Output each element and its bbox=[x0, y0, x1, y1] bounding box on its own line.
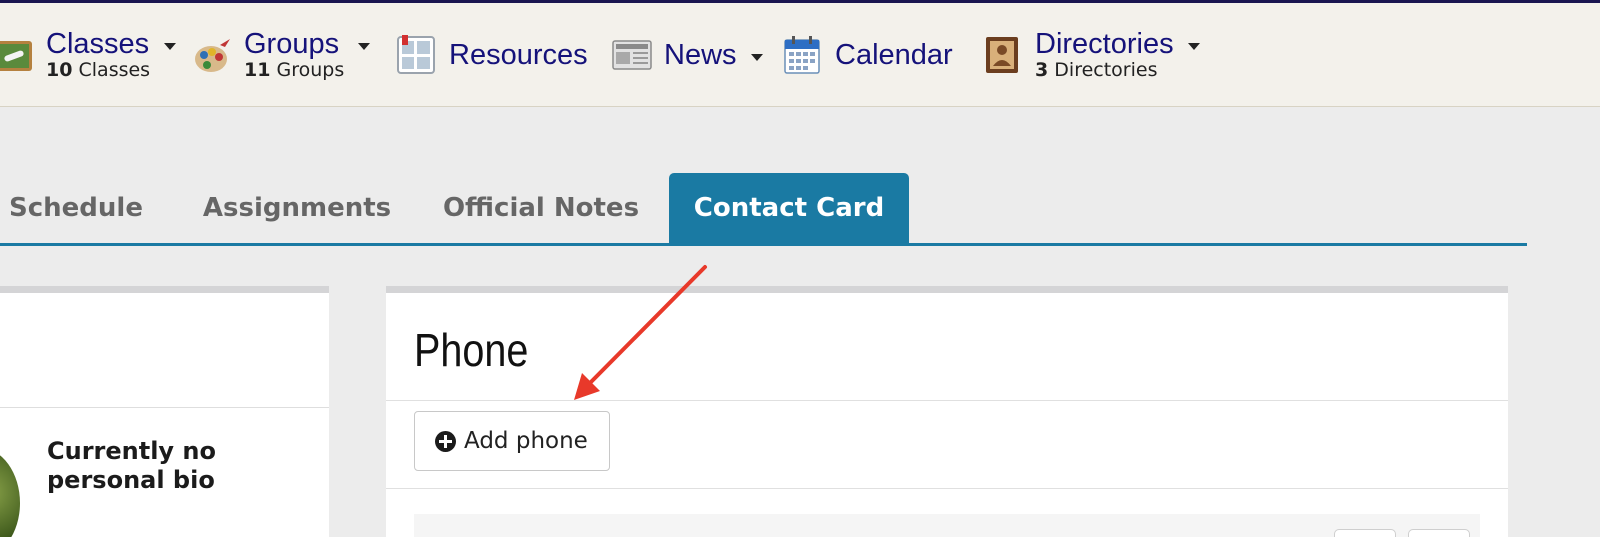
personal-bio: Currently no personal bio bbox=[47, 437, 217, 494]
phone-panel: Phone Add phone bbox=[386, 286, 1508, 537]
chevron-down-icon[interactable] bbox=[1187, 42, 1200, 50]
nav-calendar[interactable]: Calendar bbox=[783, 3, 953, 107]
add-phone-button[interactable]: Add phone bbox=[414, 411, 610, 471]
edit-button[interactable] bbox=[1334, 529, 1396, 537]
nav-calendar-title: Calendar bbox=[835, 39, 953, 71]
delete-button[interactable] bbox=[1408, 529, 1470, 537]
nav-classes-count: 10 bbox=[46, 59, 73, 81]
address-book-icon bbox=[983, 35, 1023, 75]
nav-directories-unit: Directories bbox=[1054, 59, 1158, 81]
nav-directories[interactable]: Directories 3 Directories bbox=[983, 3, 1200, 107]
tab-schedule[interactable]: Schedule bbox=[0, 173, 156, 243]
chevron-down-icon[interactable] bbox=[750, 53, 763, 61]
profile-summary-panel: Currently no personal bio bbox=[0, 286, 329, 537]
newspaper-icon bbox=[612, 35, 652, 75]
tab-contact-card[interactable]: Contact Card bbox=[669, 173, 909, 243]
nav-groups-count-line: 11 Groups bbox=[244, 59, 344, 81]
chalkboard-icon bbox=[0, 35, 34, 75]
nav-news-title: News bbox=[664, 39, 737, 71]
profile-tabs: Schedule Assignments Official Notes Cont… bbox=[0, 173, 1527, 246]
nav-classes[interactable]: Classes 10 Classes bbox=[0, 3, 177, 107]
resources-icon bbox=[397, 35, 437, 75]
nav-groups[interactable]: Groups 11 Groups bbox=[192, 3, 371, 107]
phone-entry-row bbox=[414, 514, 1480, 537]
nav-directories-title: Directories bbox=[1035, 28, 1174, 60]
nav-resources[interactable]: Resources bbox=[397, 3, 588, 107]
nav-groups-title: Groups bbox=[244, 28, 340, 60]
chevron-down-icon[interactable] bbox=[358, 42, 371, 50]
add-phone-label: Add phone bbox=[464, 428, 588, 454]
chevron-down-icon[interactable] bbox=[164, 42, 177, 50]
top-navigation: Classes 10 Classes Groups 11 Groups Reso… bbox=[0, 3, 1600, 107]
divider bbox=[0, 407, 329, 408]
tab-official-notes[interactable]: Official Notes bbox=[438, 173, 644, 243]
nav-directories-count: 3 bbox=[1035, 59, 1049, 81]
palette-icon bbox=[192, 35, 232, 75]
nav-resources-title: Resources bbox=[449, 39, 588, 71]
plus-circle-icon bbox=[435, 430, 456, 452]
divider bbox=[386, 400, 1508, 401]
nav-classes-count-line: 10 Classes bbox=[46, 59, 150, 81]
nav-groups-count: 11 bbox=[244, 59, 271, 81]
nav-directories-count-line: 3 Directories bbox=[1035, 59, 1174, 81]
calendar-icon bbox=[783, 35, 823, 75]
avatar bbox=[0, 448, 20, 537]
tab-assignments[interactable]: Assignments bbox=[196, 173, 398, 243]
nav-news[interactable]: News bbox=[612, 3, 763, 107]
nav-classes-unit: Classes bbox=[78, 59, 151, 81]
section-title-phone: Phone bbox=[414, 324, 529, 376]
nav-classes-title: Classes bbox=[46, 28, 150, 60]
nav-groups-unit: Groups bbox=[276, 59, 345, 81]
divider bbox=[386, 488, 1508, 489]
